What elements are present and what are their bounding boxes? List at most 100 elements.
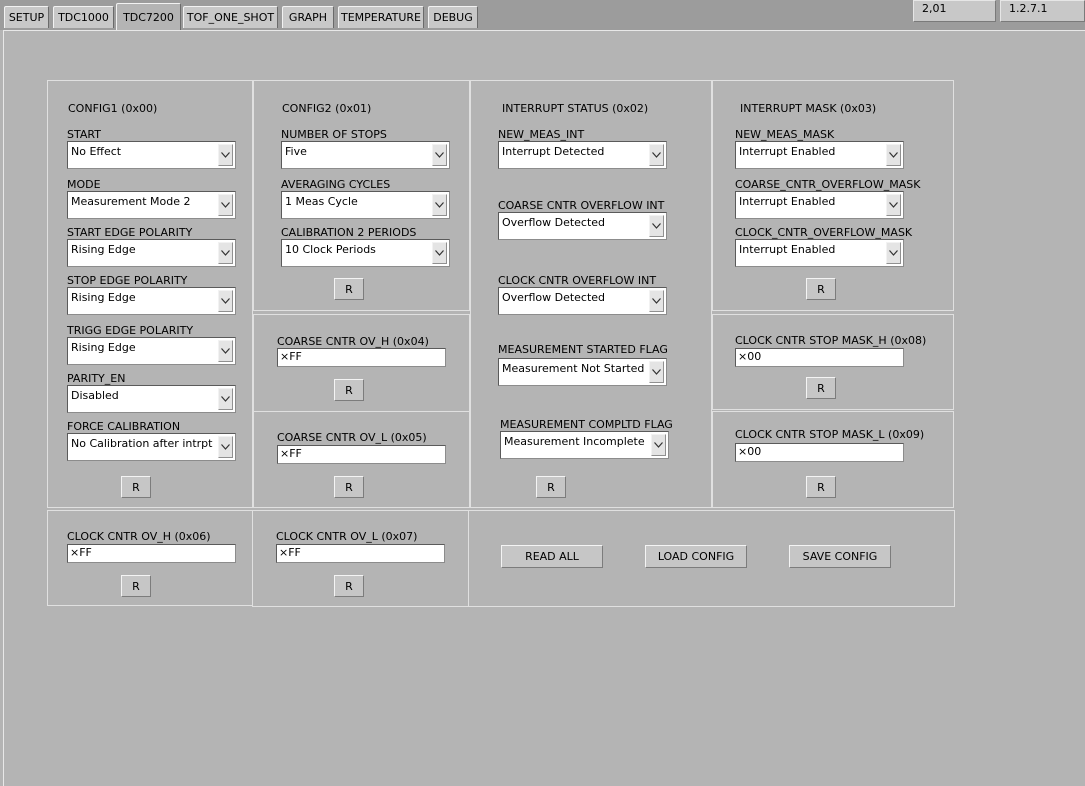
clock-cntr-ov-l-panel: CLOCK CNTR OV_L (0x07) ×FF R [252, 510, 469, 607]
actions-panel: READ ALL LOAD CONFIG SAVE CONFIG [468, 510, 955, 607]
chevron-down-icon[interactable] [886, 144, 901, 166]
force-calibration-dropdown[interactable]: No Calibration after intrpt [67, 433, 236, 461]
start-dropdown[interactable]: No Effect [67, 141, 236, 169]
chevron-down-icon[interactable] [432, 194, 447, 216]
start-value: No Effect [71, 145, 122, 158]
clock-cntr-ov-l-field[interactable]: ×FF [276, 544, 445, 563]
number-of-stops-dropdown[interactable]: Five [281, 141, 450, 169]
coarse-cntr-overflow-mask-dropdown[interactable]: Interrupt Enabled [735, 191, 904, 219]
stop-edge-polarity-dropdown[interactable]: Rising Edge [67, 287, 236, 315]
clock-cntr-ov-h-field[interactable]: ×FF [67, 544, 236, 563]
mode-label: MODE [67, 178, 101, 191]
interrupt-status-panel: INTERRUPT STATUS (0x02) NEW_MEAS_INT Int… [470, 80, 712, 508]
clock-cntr-ov-l-label: CLOCK CNTR OV_L (0x07) [276, 530, 418, 543]
new-meas-int-label: NEW_MEAS_INT [498, 128, 585, 141]
chevron-down-icon[interactable] [649, 215, 664, 237]
tab-tof-one-shot[interactable]: TOF_ONE_SHOT [183, 6, 278, 28]
clock-cntr-stop-mask-h-read-button[interactable]: R [806, 377, 836, 399]
chevron-down-icon[interactable] [649, 290, 664, 312]
coarse-cntr-ov-h-panel: COARSE CNTR OV_H (0x04) ×FF R [253, 314, 470, 412]
calibration-2-periods-dropdown[interactable]: 10 Clock Periods [281, 239, 450, 267]
measurement-started-flag-dropdown[interactable]: Measurement Not Started [498, 358, 667, 386]
tab-tdc1000[interactable]: TDC1000 [53, 6, 114, 28]
averaging-cycles-label: AVERAGING CYCLES [281, 178, 391, 191]
coarse-cntr-overflow-mask-label: COARSE_CNTR_OVERFLOW_MASK [735, 178, 921, 191]
chevron-down-icon[interactable] [886, 242, 901, 264]
trigg-edge-polarity-value: Rising Edge [71, 341, 136, 354]
clock-cntr-stop-mask-h-panel: CLOCK CNTR STOP MASK_H (0x08) ×00 R [712, 314, 954, 410]
clock-cntr-overflow-mask-value: Interrupt Enabled [739, 243, 836, 256]
trigg-edge-polarity-label: TRIGG EDGE POLARITY [67, 324, 194, 337]
measurement-compltd-flag-dropdown[interactable]: Measurement Incomplete [500, 431, 669, 459]
coarse-cntr-ov-h-label: COARSE CNTR OV_H (0x04) [277, 335, 429, 348]
save-config-button[interactable]: SAVE CONFIG [789, 545, 891, 568]
chevron-down-icon[interactable] [651, 434, 666, 456]
clock-cntr-ov-h-panel: CLOCK CNTR OV_H (0x06) ×FF R [47, 510, 253, 606]
averaging-cycles-dropdown[interactable]: 1 Meas Cycle [281, 191, 450, 219]
coarse-cntr-overflow-int-dropdown[interactable]: Overflow Detected [498, 212, 667, 240]
chevron-down-icon[interactable] [886, 194, 901, 216]
clock-cntr-ov-h-read-button[interactable]: R [121, 575, 151, 597]
coarse-cntr-ov-l-field[interactable]: ×FF [277, 445, 446, 464]
clock-cntr-ov-l-read-button[interactable]: R [334, 575, 364, 597]
load-config-button[interactable]: LOAD CONFIG [645, 545, 747, 568]
config2-title: CONFIG2 (0x01) [282, 102, 372, 115]
clock-cntr-overflow-mask-label: CLOCK_CNTR_OVERFLOW_MASK [735, 226, 913, 239]
clock-cntr-stop-mask-l-read-button[interactable]: R [806, 476, 836, 498]
tab-temperature[interactable]: TEMPERATURE [338, 6, 424, 28]
coarse-cntr-ov-h-read-button[interactable]: R [334, 379, 364, 401]
new-meas-mask-dropdown[interactable]: Interrupt Enabled [735, 141, 904, 169]
mode-dropdown[interactable]: Measurement Mode 2 [67, 191, 236, 219]
trigg-edge-polarity-dropdown[interactable]: Rising Edge [67, 337, 236, 365]
parity-en-dropdown[interactable]: Disabled [67, 385, 236, 413]
config2-panel: CONFIG2 (0x01) NUMBER OF STOPS Five AVER… [253, 80, 470, 311]
chevron-down-icon[interactable] [218, 194, 233, 216]
interrupt-status-read-button[interactable]: R [536, 476, 566, 498]
interrupt-mask-read-button[interactable]: R [806, 278, 836, 300]
new-meas-int-dropdown[interactable]: Interrupt Detected [498, 141, 667, 169]
interrupt-mask-panel: INTERRUPT MASK (0x03) NEW_MEAS_MASK Inte… [712, 80, 954, 311]
chevron-down-icon[interactable] [649, 144, 664, 166]
tab-graph[interactable]: GRAPH [282, 6, 334, 28]
chevron-down-icon[interactable] [218, 242, 233, 264]
clock-cntr-stop-mask-h-label: CLOCK CNTR STOP MASK_H (0x08) [735, 334, 927, 347]
coarse-cntr-overflow-int-label: COARSE CNTR OVERFLOW INT [498, 199, 665, 212]
clock-cntr-overflow-int-dropdown[interactable]: Overflow Detected [498, 287, 667, 315]
chevron-down-icon[interactable] [218, 388, 233, 410]
chevron-down-icon[interactable] [218, 290, 233, 312]
new-meas-mask-label: NEW_MEAS_MASK [735, 128, 835, 141]
tab-debug[interactable]: DEBUG [428, 6, 478, 28]
config2-read-button[interactable]: R [334, 278, 364, 300]
chevron-down-icon[interactable] [218, 436, 233, 458]
clock-cntr-stop-mask-h-field[interactable]: ×00 [735, 348, 904, 367]
force-calibration-label: FORCE CALIBRATION [67, 420, 181, 433]
interrupt-mask-title: INTERRUPT MASK (0x03) [740, 102, 877, 115]
start-edge-polarity-value: Rising Edge [71, 243, 136, 256]
start-edge-polarity-dropdown[interactable]: Rising Edge [67, 239, 236, 267]
number-of-stops-value: Five [285, 145, 307, 158]
calibration-2-periods-label: CALIBRATION 2 PERIODS [281, 226, 417, 239]
clock-cntr-stop-mask-l-field[interactable]: ×00 [735, 443, 904, 462]
tab-setup[interactable]: SETUP [4, 6, 49, 28]
read-all-button[interactable]: READ ALL [501, 545, 603, 568]
new-meas-mask-value: Interrupt Enabled [739, 145, 836, 158]
chevron-down-icon[interactable] [218, 340, 233, 362]
number-of-stops-label: NUMBER OF STOPS [281, 128, 387, 141]
config1-read-button[interactable]: R [121, 476, 151, 498]
clock-cntr-overflow-mask-dropdown[interactable]: Interrupt Enabled [735, 239, 904, 267]
start-label: START [67, 128, 101, 141]
config1-title: CONFIG1 (0x00) [68, 102, 158, 115]
chevron-down-icon[interactable] [649, 361, 664, 383]
coarse-cntr-ov-l-label: COARSE CNTR OV_L (0x05) [277, 431, 427, 444]
chevron-down-icon[interactable] [218, 144, 233, 166]
chevron-down-icon[interactable] [432, 242, 447, 264]
averaging-cycles-value: 1 Meas Cycle [285, 195, 358, 208]
clock-cntr-stop-mask-l-panel: CLOCK CNTR STOP MASK_L (0x09) ×00 R [712, 411, 954, 508]
tab-tdc7200[interactable]: TDC7200 [116, 3, 181, 30]
clock-cntr-overflow-int-label: CLOCK CNTR OVERFLOW INT [498, 274, 657, 287]
tab-bar: SETUP TDC1000 TDC7200 TOF_ONE_SHOT GRAPH… [0, 0, 1085, 30]
chevron-down-icon[interactable] [432, 144, 447, 166]
coarse-cntr-ov-l-read-button[interactable]: R [334, 476, 364, 498]
coarse-cntr-ov-h-field[interactable]: ×FF [277, 348, 446, 367]
parity-en-label: PARITY_EN [67, 372, 126, 385]
